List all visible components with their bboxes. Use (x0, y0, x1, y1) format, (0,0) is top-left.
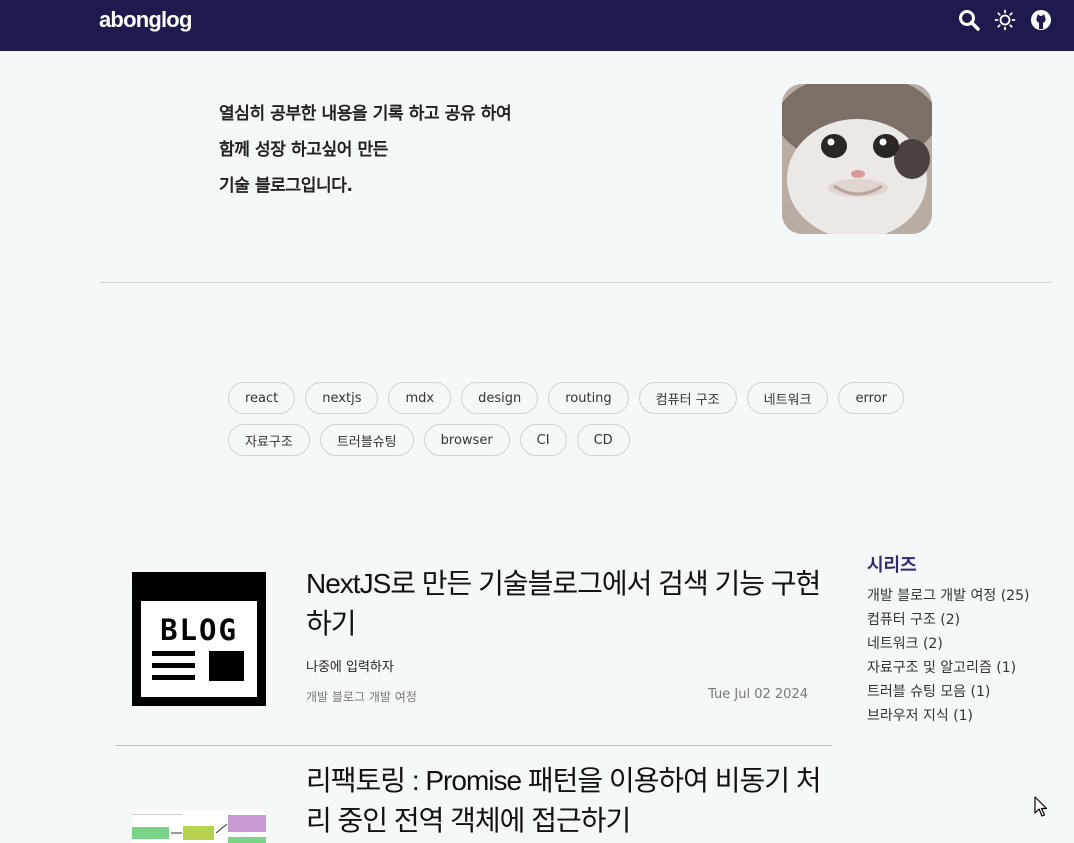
tag-chip[interactable]: react (228, 382, 296, 414)
intro-text: 열심히 공부한 내용을 기록 하고 공유 하여 함께 성장 하고싶어 만든 기술… (219, 100, 639, 208)
series-item[interactable]: 네트워크 (2) (867, 633, 1029, 657)
thumbnail-text: BLOG (160, 613, 238, 647)
post-date: Tue Jul 02 2024 (708, 687, 808, 702)
tag-chip[interactable]: 트러블슈팅 (319, 424, 414, 456)
top-nav: abonglog (0, 0, 1074, 51)
tag-chip[interactable]: browser (423, 424, 510, 456)
series-heading: 시리즈 (867, 555, 917, 576)
intro-line: 열심히 공부한 내용을 기록 하고 공유 하여 (219, 104, 512, 124)
series-item[interactable]: 브라우저 지식 (1) (867, 705, 1029, 729)
post-divider (116, 745, 832, 746)
series-item[interactable]: 개발 블로그 개발 여정 (25) (867, 585, 1029, 609)
tag-cloud: react nextjs mdx design routing 컴퓨터 구조 네… (228, 382, 908, 466)
mouse-cursor-icon (1034, 796, 1048, 822)
series-item[interactable]: 컴퓨터 구조 (2) (867, 609, 1029, 633)
section-divider (100, 282, 1051, 283)
tag-chip[interactable]: CI (519, 424, 567, 456)
sun-icon[interactable] (994, 9, 1016, 31)
tag-chip[interactable]: 컴퓨터 구조 (638, 382, 737, 414)
github-icon[interactable] (1030, 9, 1052, 31)
tag-chip[interactable]: design (461, 382, 539, 414)
post-title[interactable]: 리팩토링 : Promise 패턴을 이용하여 비동기 처리 중인 전역 객체에… (306, 761, 826, 841)
tag-chip[interactable]: error (838, 382, 904, 414)
avatar (782, 84, 932, 234)
post-category[interactable]: 개발 블로그 개발 여정 (306, 688, 417, 705)
site-logo[interactable]: abonglog (99, 7, 192, 33)
intro-line: 기술 블로그입니다. (219, 176, 353, 196)
tag-chip[interactable]: CD (576, 424, 630, 456)
tag-chip[interactable]: mdx (388, 382, 452, 414)
series-item[interactable]: 자료구조 및 알고리즘 (1) (867, 657, 1029, 681)
post-thumbnail[interactable] (132, 810, 266, 843)
post-thumbnail[interactable]: BLOG (132, 572, 266, 706)
post-description: 나중에 입력하자 (306, 660, 394, 675)
tag-chip[interactable]: 네트워크 (746, 382, 829, 414)
post-title[interactable]: NextJS로 만든 기술블로그에서 검색 기능 구현하기 (306, 564, 826, 644)
tag-chip[interactable]: nextjs (305, 382, 379, 414)
tag-chip[interactable]: routing (548, 382, 629, 414)
series-list: 개발 블로그 개발 여정 (25) 컴퓨터 구조 (2) 네트워크 (2) 자료… (867, 585, 1029, 729)
search-icon[interactable] (958, 9, 980, 31)
intro-line: 함께 성장 하고싶어 만든 (219, 140, 388, 160)
series-item[interactable]: 트러블 슈팅 모음 (1) (867, 681, 1029, 705)
tag-chip[interactable]: 자료구조 (228, 424, 310, 456)
